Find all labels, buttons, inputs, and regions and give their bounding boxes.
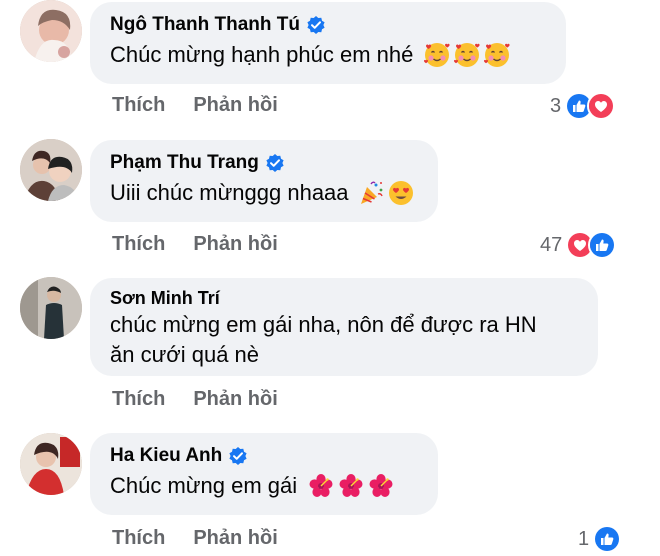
comment-bubble: Phạm Thu Trang Uiii chúc mừnggg nhaaa (90, 140, 438, 222)
smiling-face-with-hearts-icon (453, 41, 481, 69)
like-link[interactable]: Thích (112, 388, 165, 411)
smiling-face-with-hearts-icon (483, 41, 511, 69)
comment-text: Chúc mừng hạnh phúc em nhé (110, 38, 546, 71)
comment-text-content: Chúc mừng em gái (110, 473, 298, 498)
verified-badge-icon (265, 153, 285, 173)
smiling-face-with-hearts-icon (423, 41, 451, 69)
author-name[interactable]: Ngô Thanh Thanh Tú (110, 14, 300, 36)
comment-bubble: Ngô Thanh Thanh Tú Chúc mừng hạnh phúc e… (90, 2, 566, 84)
reaction-count: 3 (550, 94, 562, 117)
avatar[interactable] (20, 433, 82, 495)
comment-actions: Thích Phản hồi (112, 527, 278, 550)
comment-text-content: Chúc mừng hạnh phúc em nhé (110, 42, 414, 67)
verified-badge-icon (228, 446, 248, 466)
like-link[interactable]: Thích (112, 94, 165, 117)
heart-eyes-icon (387, 179, 415, 207)
reaction-summary[interactable]: 3 (550, 92, 616, 120)
reaction-count: 1 (578, 527, 590, 550)
comment-text: Chúc mừng em gái (110, 469, 418, 502)
author-name[interactable]: Sơn Minh Trí (110, 288, 220, 309)
hibiscus-icon (367, 472, 395, 500)
reaction-summary[interactable]: 47 (540, 231, 617, 259)
avatar[interactable] (20, 277, 82, 339)
reply-link[interactable]: Phản hồi (193, 388, 277, 411)
comment-text-line: chúc mừng em gái nha, nôn để được ra HN (110, 312, 537, 337)
comment-actions: Thích Phản hồi (112, 388, 278, 411)
party-popper-icon (357, 179, 385, 207)
comment-bubble: Ha Kieu Anh Chúc mừng em gái (90, 433, 438, 515)
hibiscus-icon (307, 472, 335, 500)
comment-actions: Thích Phản hồi (112, 94, 278, 117)
hibiscus-icon (337, 472, 365, 500)
comment-text: Uiii chúc mừnggg nhaaa (110, 176, 418, 209)
reaction-count: 47 (540, 233, 563, 256)
author-name[interactable]: Ha Kieu Anh (110, 445, 222, 467)
comment-bubble: Sơn Minh Trí chúc mừng em gái nha, nôn đ… (90, 278, 598, 376)
like-link[interactable]: Thích (112, 233, 165, 256)
reaction-summary[interactable]: 1 (578, 525, 622, 553)
comment-actions: Thích Phản hồi (112, 233, 278, 256)
reply-link[interactable]: Phản hồi (193, 94, 277, 117)
avatar[interactable] (20, 0, 82, 62)
author-name[interactable]: Phạm Thu Trang (110, 152, 259, 174)
reply-link[interactable]: Phản hồi (193, 527, 277, 550)
love-reaction-icon (587, 92, 616, 120)
reply-link[interactable]: Phản hồi (193, 233, 277, 256)
like-reaction-icon (593, 525, 622, 553)
avatar[interactable] (20, 139, 82, 201)
like-link[interactable]: Thích (112, 527, 165, 550)
verified-badge-icon (306, 15, 326, 35)
comment-text-content: Uiii chúc mừnggg nhaaa (110, 180, 349, 205)
like-reaction-icon (588, 231, 617, 259)
comment-text-line: ăn cưới quá nè (110, 342, 260, 367)
comment-text: chúc mừng em gái nha, nôn để được ra HN … (110, 310, 578, 370)
